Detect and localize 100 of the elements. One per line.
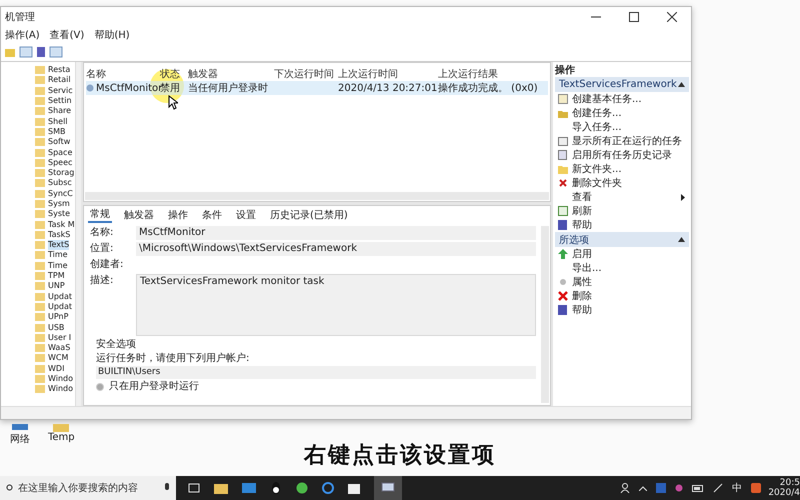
- radio-label[interactable]: 只在用户登录时运行: [109, 380, 199, 393]
- action-item[interactable]: 帮助: [555, 303, 689, 317]
- action-item[interactable]: 新文件夹...: [555, 162, 689, 176]
- search-field[interactable]: 在这里输入你要搜索的内容: [0, 476, 176, 500]
- tree-item[interactable]: Shell: [48, 116, 68, 127]
- column-header[interactable]: 下次运行时间: [274, 68, 338, 80]
- tree-item[interactable]: USB: [48, 322, 64, 333]
- tree-item[interactable]: UNP: [48, 281, 65, 292]
- penguin-icon[interactable]: [270, 482, 282, 494]
- panel-icon[interactable]: [19, 46, 33, 58]
- label-text: 运行任务时，请使用下列用户帐户:: [96, 352, 250, 365]
- action-item[interactable]: 创建任务...: [555, 106, 689, 120]
- action-item[interactable]: 显示所有正在运行的任务: [555, 134, 689, 148]
- chevron-up-icon[interactable]: [639, 486, 647, 490]
- tree-item[interactable]: WDI: [48, 364, 64, 374]
- menu-item[interactable]: 操作(A): [5, 28, 40, 42]
- tree-item[interactable]: Time: [48, 260, 68, 271]
- task-view-icon[interactable]: [188, 483, 200, 493]
- panel-icon[interactable]: [49, 46, 63, 58]
- collapse-icon[interactable]: [678, 237, 685, 242]
- close-icon[interactable]: [667, 12, 677, 22]
- scrollbar[interactable]: [74, 62, 81, 406]
- action-item[interactable]: 创建基本任务...: [555, 92, 689, 106]
- tree-item[interactable]: Softw: [48, 137, 70, 148]
- tree-item[interactable]: Time: [48, 250, 68, 260]
- tab[interactable]: 条件: [200, 208, 224, 222]
- input-method-indicator[interactable]: 中: [732, 481, 742, 495]
- scrollbar[interactable]: [85, 192, 549, 200]
- action-item[interactable]: 帮助: [555, 218, 689, 232]
- tree-item[interactable]: Updat: [48, 302, 72, 312]
- people-icon[interactable]: [620, 483, 630, 493]
- action-item[interactable]: 属性: [555, 275, 689, 289]
- tree-item[interactable]: Speec: [48, 158, 72, 168]
- action-item[interactable]: 导出...: [555, 261, 689, 275]
- tree-item[interactable]: Share: [48, 106, 72, 116]
- text-field[interactable]: \Microsoft\Windows\TextServicesFramework: [136, 242, 536, 256]
- edge-icon[interactable]: [322, 482, 334, 494]
- tree-item[interactable]: Windo: [48, 374, 73, 384]
- collapse-icon[interactable]: [678, 82, 685, 87]
- folder-icon[interactable]: [214, 482, 228, 494]
- microphone-icon[interactable]: [164, 483, 170, 493]
- section-header[interactable]: 所选项: [555, 232, 689, 247]
- tree-item[interactable]: Settin: [48, 96, 72, 106]
- desktop-icon-label[interactable]: 网络: [10, 432, 30, 446]
- action-item[interactable]: 导入任务...: [555, 120, 689, 134]
- menu-item[interactable]: 查看(V): [50, 28, 84, 42]
- browser-icon[interactable]: [296, 482, 308, 494]
- column-header[interactable]: 状态: [160, 68, 188, 80]
- tree-item[interactable]: Storag: [48, 168, 74, 178]
- tree-item[interactable]: Syste: [48, 209, 70, 220]
- column-header[interactable]: 上次运行时间: [338, 68, 438, 80]
- tree-item[interactable]: Space: [48, 148, 72, 158]
- tree-item[interactable]: SMB: [48, 126, 66, 137]
- action-item[interactable]: 查看: [555, 190, 689, 204]
- maximize-icon[interactable]: [629, 12, 639, 22]
- tree-item[interactable]: WCM: [48, 353, 68, 364]
- tree-item[interactable]: TPM: [48, 271, 65, 282]
- tree-item[interactable]: UPnP: [48, 312, 68, 322]
- scrollbar[interactable]: [541, 226, 549, 403]
- clock-date[interactable]: 2020/4: [768, 488, 800, 498]
- menu-item[interactable]: 帮助(H): [94, 28, 130, 42]
- tree-item[interactable]: Servic: [48, 86, 73, 96]
- tree-item[interactable]: Task M: [48, 220, 75, 230]
- tree-item[interactable]: Retail: [48, 75, 71, 86]
- tree-item[interactable]: SyncC: [48, 188, 73, 199]
- tab[interactable]: 历史记录(已禁用): [268, 208, 350, 222]
- help-icon[interactable]: [36, 46, 46, 58]
- tree-item[interactable]: Updat: [48, 292, 72, 302]
- radio-button[interactable]: [96, 382, 104, 390]
- column-header[interactable]: 上次运行结果: [438, 68, 542, 80]
- tree-item[interactable]: Subsc: [48, 178, 72, 188]
- column-header[interactable]: 触发器: [188, 68, 274, 80]
- tree-item[interactable]: Resta: [48, 65, 70, 76]
- tree-item[interactable]: TaskS: [48, 230, 70, 240]
- tab[interactable]: 操作: [166, 208, 190, 222]
- column-header[interactable]: 名称: [86, 68, 160, 80]
- taskbar-app[interactable]: [374, 476, 402, 500]
- tree-item[interactable]: Sysm: [48, 199, 70, 209]
- tab[interactable]: 设置: [234, 208, 258, 222]
- app-icon[interactable]: [751, 483, 761, 493]
- description-field[interactable]: TextServicesFramework monitor task: [136, 274, 536, 336]
- action-item[interactable]: 启用所有任务历史记录: [555, 148, 689, 162]
- section-header[interactable]: TextServicesFramework: [555, 77, 689, 92]
- app-icon[interactable]: [675, 483, 683, 493]
- clock-time[interactable]: 20:5: [780, 478, 800, 488]
- action-item[interactable]: 删除: [555, 289, 689, 303]
- tree-item[interactable]: User I: [48, 332, 72, 343]
- action-item[interactable]: 启用: [555, 247, 689, 261]
- field-label: 创建者:: [90, 258, 124, 272]
- action-item[interactable]: 刷新: [555, 204, 689, 218]
- battery-icon[interactable]: [692, 484, 704, 492]
- tree-item[interactable]: Windo: [48, 384, 73, 394]
- text-field[interactable]: MsCtfMonitor: [136, 226, 536, 240]
- action-item[interactable]: 删除文件夹: [555, 176, 689, 190]
- tree-item[interactable]: WaaS: [48, 343, 70, 354]
- store-icon[interactable]: [348, 482, 360, 494]
- desktop-icon-label[interactable]: Temp: [48, 432, 75, 443]
- tree-item[interactable]: TextS: [48, 240, 70, 250]
- tab[interactable]: 触发器: [122, 208, 156, 222]
- tab[interactable]: 常规: [88, 207, 112, 223]
